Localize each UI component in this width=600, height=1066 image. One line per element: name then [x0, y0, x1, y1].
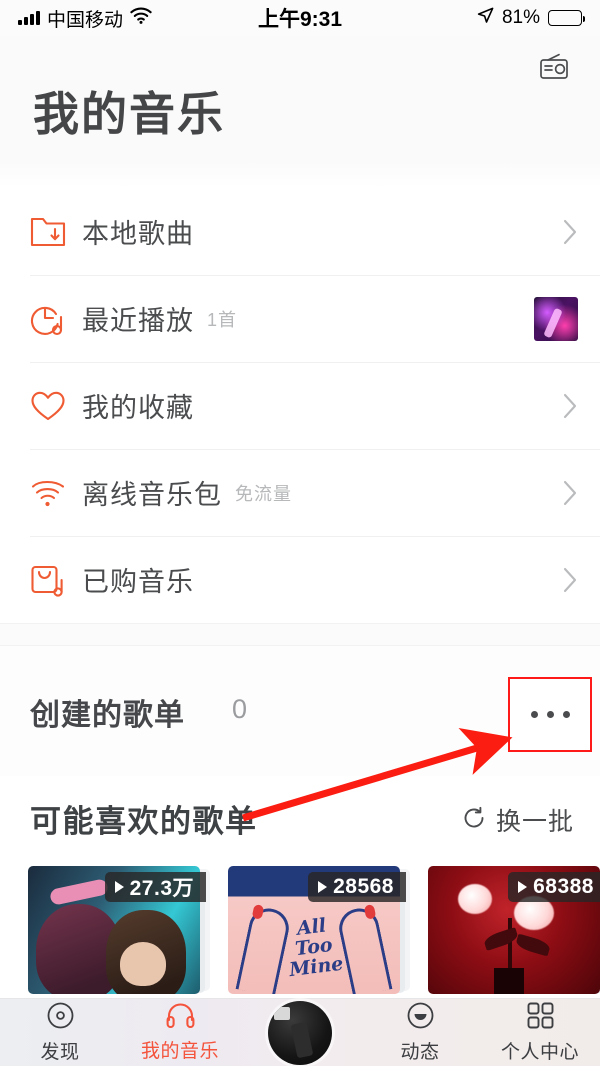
chevron-right-icon	[563, 567, 577, 592]
radio-icon[interactable]	[530, 44, 578, 88]
page-header: 我的音乐	[0, 36, 600, 188]
bag-music-icon	[30, 563, 82, 597]
battery-icon	[548, 10, 585, 26]
smiley-circle-icon	[407, 1002, 434, 1034]
menu-item-sublabel: 1首	[207, 309, 238, 330]
clock-music-icon	[30, 302, 82, 336]
chevron-right-icon	[563, 393, 577, 418]
play-count-badge: 68388	[508, 872, 600, 902]
chevron-right-icon	[563, 480, 577, 505]
play-count-label: 28568	[333, 875, 394, 898]
created-playlists-title: 创建的歌单	[30, 699, 185, 732]
headphones-icon	[166, 1002, 195, 1033]
tab-personal-center[interactable]: 个人中心	[480, 999, 600, 1066]
refresh-icon	[462, 806, 486, 835]
tab-discover[interactable]: 发现	[0, 999, 120, 1066]
play-count-label: 27.3万	[129, 877, 194, 900]
menu-item-label: 最近播放	[82, 306, 194, 336]
menu-item-label: 离线音乐包	[82, 480, 222, 510]
grid-squares-icon	[527, 1002, 554, 1034]
may-like-title: 可能喜欢的歌单	[30, 804, 258, 839]
tab-label: 发现	[40, 1041, 80, 1063]
more-dot	[546, 711, 554, 718]
now-playing-disc-icon	[268, 1000, 332, 1065]
tab-label: 动态	[400, 1041, 440, 1063]
menu-item-label: 我的收藏	[82, 393, 194, 423]
more-options-button[interactable]	[508, 677, 592, 752]
tab-my-music[interactable]: 我的音乐	[120, 999, 240, 1066]
tab-now-playing[interactable]	[240, 999, 360, 1066]
menu-item-right	[562, 479, 578, 507]
play-count-label: 68388	[533, 875, 594, 898]
heart-icon	[30, 390, 82, 422]
play-triangle-icon	[318, 881, 328, 893]
disc-circle-icon	[47, 1002, 74, 1034]
wifi-offline-icon	[30, 478, 82, 508]
menu-item-recently-played[interactable]: 最近播放 1首	[0, 275, 600, 362]
playlist-card[interactable]: 68388	[428, 866, 600, 998]
tab-label: 个人中心	[500, 1041, 579, 1063]
play-triangle-icon	[518, 881, 528, 893]
created-playlists-count: 0	[232, 694, 248, 724]
menu-item-label: 已购音乐	[82, 567, 194, 597]
play-triangle-icon	[114, 881, 124, 893]
section-divider	[0, 623, 600, 646]
menu-item-right	[562, 392, 578, 420]
refresh-playlists-button[interactable]: 换一批	[462, 802, 574, 838]
page-title: 我的音乐	[33, 88, 225, 140]
status-bar-clock: 上午9:31	[257, 8, 343, 31]
menu-item-my-favorites[interactable]: 我的收藏	[0, 362, 600, 449]
status-bar: 中国移动 上午9:31 81%	[0, 0, 600, 36]
folder-download-icon	[30, 215, 82, 248]
menu-item-right	[562, 218, 578, 246]
playlist-card[interactable]: 27.3万	[28, 866, 210, 998]
more-dot	[530, 711, 538, 718]
chevron-right-icon	[563, 219, 577, 244]
menu-item-offline-music-pack[interactable]: 离线音乐包 免流量	[0, 449, 600, 536]
app-root: 中国移动 上午9:31 81% 我的音乐 本地歌曲 最近播放 1首 我的收藏 离…	[0, 0, 600, 1066]
my-music-menu-list: 本地歌曲 最近播放 1首 我的收藏 离线音乐包 免流量 已购音乐	[0, 188, 600, 623]
bottom-tab-bar: 发现 我的音乐 动态 个人中心	[0, 998, 600, 1066]
recently-played-thumbnail[interactable]	[534, 296, 578, 341]
menu-item-right	[534, 296, 578, 341]
tab-dynamic[interactable]: 动态	[360, 999, 480, 1066]
play-count-badge: 28568	[308, 872, 406, 902]
created-playlists-section: 创建的歌单 0	[0, 646, 600, 776]
more-dot	[562, 711, 570, 718]
menu-item-purchased-music[interactable]: 已购音乐	[0, 536, 600, 623]
play-count-badge: 27.3万	[104, 872, 206, 902]
may-like-card-list: 27.3万 All Too Mine 28568 68388	[0, 866, 600, 998]
menu-item-sublabel: 免流量	[235, 483, 292, 504]
menu-item-right	[562, 566, 578, 594]
tab-label: 我的音乐	[140, 1041, 219, 1062]
refresh-label: 换一批	[495, 808, 574, 836]
menu-item-local-songs[interactable]: 本地歌曲	[0, 188, 600, 275]
may-like-section-header: 可能喜欢的歌单 换一批	[0, 776, 600, 864]
playlist-card[interactable]: All Too Mine 28568	[228, 866, 410, 998]
menu-item-label: 本地歌曲	[82, 219, 194, 249]
